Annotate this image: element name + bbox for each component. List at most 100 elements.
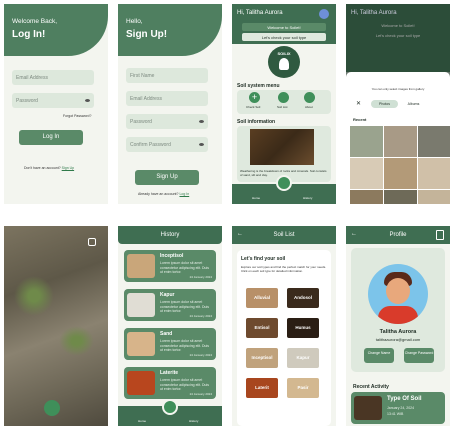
home-greeting: Hi, Talitha Aurora (237, 10, 283, 16)
gallery-photo[interactable] (384, 190, 417, 204)
soil-tile-alluvial[interactable]: Alluvial (246, 288, 278, 308)
gallery-greeting: Hi, Talitha Aurora (351, 10, 397, 16)
soil-name: Laterite (160, 370, 179, 376)
eye-icon[interactable] (199, 120, 204, 123)
gallery-photo[interactable] (384, 158, 417, 189)
tab-albums[interactable]: Albums (400, 100, 427, 108)
menu-check-soil-label: Check Soil (246, 105, 261, 109)
info-title: Soil information (237, 119, 276, 125)
signup-greeting: Hello, (126, 18, 143, 25)
back-arrow-icon[interactable]: ← (351, 231, 357, 237)
soil-date: 24 January 2024 (189, 353, 212, 357)
history-item[interactable]: Laterite Lorem ipsum dolor sit amet cons… (124, 367, 216, 399)
soil-list-heading: Let's find your soil (241, 256, 286, 262)
profile-title: Profile (389, 232, 407, 238)
login-title: Log In! (12, 29, 46, 40)
history-title: History (160, 232, 180, 238)
nav-history-label[interactable]: History (303, 196, 312, 200)
history-item[interactable]: Inceptisol Lorem ipsum dolor sit amet co… (124, 250, 216, 282)
soil-tile-kapur[interactable]: Kapur (287, 348, 319, 368)
soil-tile-entisol[interactable]: Entisol (246, 318, 278, 338)
soil-tile-humus[interactable]: Humus (287, 318, 319, 338)
signup-link[interactable]: Sign Up (62, 166, 74, 170)
menu-about-label: About (305, 105, 313, 109)
soil-info-image (250, 129, 314, 165)
password-field[interactable]: Password (12, 93, 94, 108)
gallery-photo[interactable] (418, 126, 450, 157)
soil-name: Sand (160, 331, 173, 337)
camera-fab[interactable] (276, 175, 292, 191)
soil-name: Kapur (160, 292, 175, 298)
capture-button[interactable] (44, 400, 60, 416)
soil-name: Inceptisol (160, 253, 184, 259)
eye-icon[interactable] (85, 99, 90, 102)
soilix-logo: SOILIX (268, 46, 300, 78)
activity-card[interactable]: Type Of Soil January 24, 2024 13:41 WIB (351, 392, 445, 424)
history-item[interactable]: Kapur Lorem ipsum dolor sit amet consect… (124, 289, 216, 321)
check-soil-button[interactable]: + (249, 92, 260, 103)
gallery-photo[interactable] (418, 190, 450, 204)
soil-date: 24 January 2024 (189, 275, 212, 279)
password-field[interactable]: Password (126, 114, 208, 129)
nav-home-label[interactable]: Home (252, 196, 260, 200)
welcome-banner: Welcome to Soilet! (242, 23, 326, 31)
soil-date: 24 January 2024 (189, 314, 212, 318)
signup-button[interactable]: Sign Up (135, 170, 199, 185)
email-field[interactable]: Email Address (126, 91, 208, 106)
gallery-photo[interactable] (384, 126, 417, 157)
menu-soil-list-label: Soil List (277, 105, 288, 109)
activity-title: Type Of Soil (387, 396, 422, 402)
profile-header: ← Profile (346, 226, 450, 244)
logout-icon[interactable] (436, 230, 444, 240)
camera-screen (4, 226, 108, 426)
soil-tile-andosol[interactable]: Andosol (287, 288, 319, 308)
tab-photos[interactable]: Photos (371, 100, 398, 108)
activity-thumbnail (354, 396, 382, 420)
camera-fab[interactable] (162, 399, 178, 415)
nav-home-label[interactable]: Home (138, 419, 146, 423)
nav-history-label[interactable]: History (189, 419, 198, 423)
back-arrow-icon[interactable]: ← (237, 231, 243, 237)
soil-tile-inceptisol[interactable]: Inceptisol (246, 348, 278, 368)
login-button[interactable]: Log In (19, 130, 83, 145)
no-account-text: Don't have an account? Sign Up (24, 166, 74, 170)
confirm-password-field[interactable]: Confirm Password (126, 137, 208, 152)
change-name-button[interactable]: Change Name (364, 348, 394, 363)
login-link[interactable]: Log In (179, 192, 189, 196)
first-name-field[interactable]: First Name (126, 68, 208, 83)
profile-name: Talitha Aurora (379, 329, 417, 335)
soil-thumbnail (127, 293, 155, 317)
soil-list-desc: Explore our soil types and find the perf… (241, 265, 327, 273)
soil-list-panel (237, 250, 331, 426)
close-icon[interactable]: ✕ (356, 100, 361, 107)
soil-description: Lorem ipsum dolor sit amet consectetur a… (160, 300, 210, 313)
soil-thumbnail (127, 371, 155, 395)
forgot-password-link[interactable]: Forgot Password? (63, 114, 91, 118)
soil-thumbnail (127, 332, 155, 356)
tree-icon (279, 58, 289, 70)
activity-date: January 24, 2024 (387, 406, 415, 410)
email-field[interactable]: Email Address (12, 70, 94, 85)
soil-tile-laterit[interactable]: Laterit (246, 378, 278, 398)
avatar-face (386, 278, 410, 304)
soil-list-button[interactable] (278, 92, 289, 103)
soil-tile-pasir[interactable]: Pasir (287, 378, 319, 398)
change-password-button[interactable]: Change Password (404, 348, 434, 363)
profile-screen: ← Profile Talitha Aurora talithaaurora@g… (346, 226, 450, 426)
about-button[interactable] (304, 92, 315, 103)
gallery-photo[interactable] (350, 158, 383, 189)
profile-icon[interactable] (319, 9, 329, 19)
history-item[interactable]: Sand Lorem ipsum dolor sit amet consecte… (124, 328, 216, 360)
gallery-photo[interactable] (418, 158, 450, 189)
check-banner: Let's check your soil type (242, 33, 326, 41)
gallery-welcome: Welcome to Soilet! (381, 23, 415, 28)
history-header: History (118, 226, 222, 244)
switch-camera-icon[interactable] (88, 238, 96, 246)
soilix-logo-text: SOILIX (277, 51, 291, 56)
soil-description: Lorem ipsum dolor sit amet consectetur a… (160, 378, 210, 391)
gallery-photo[interactable] (350, 126, 383, 157)
gallery-photo[interactable] (350, 190, 383, 204)
signup-screen: Hello, Sign Up! First Name Email Address… (118, 4, 222, 204)
eye-icon[interactable] (199, 143, 204, 146)
soil-date: 24 January 2024 (189, 392, 212, 396)
